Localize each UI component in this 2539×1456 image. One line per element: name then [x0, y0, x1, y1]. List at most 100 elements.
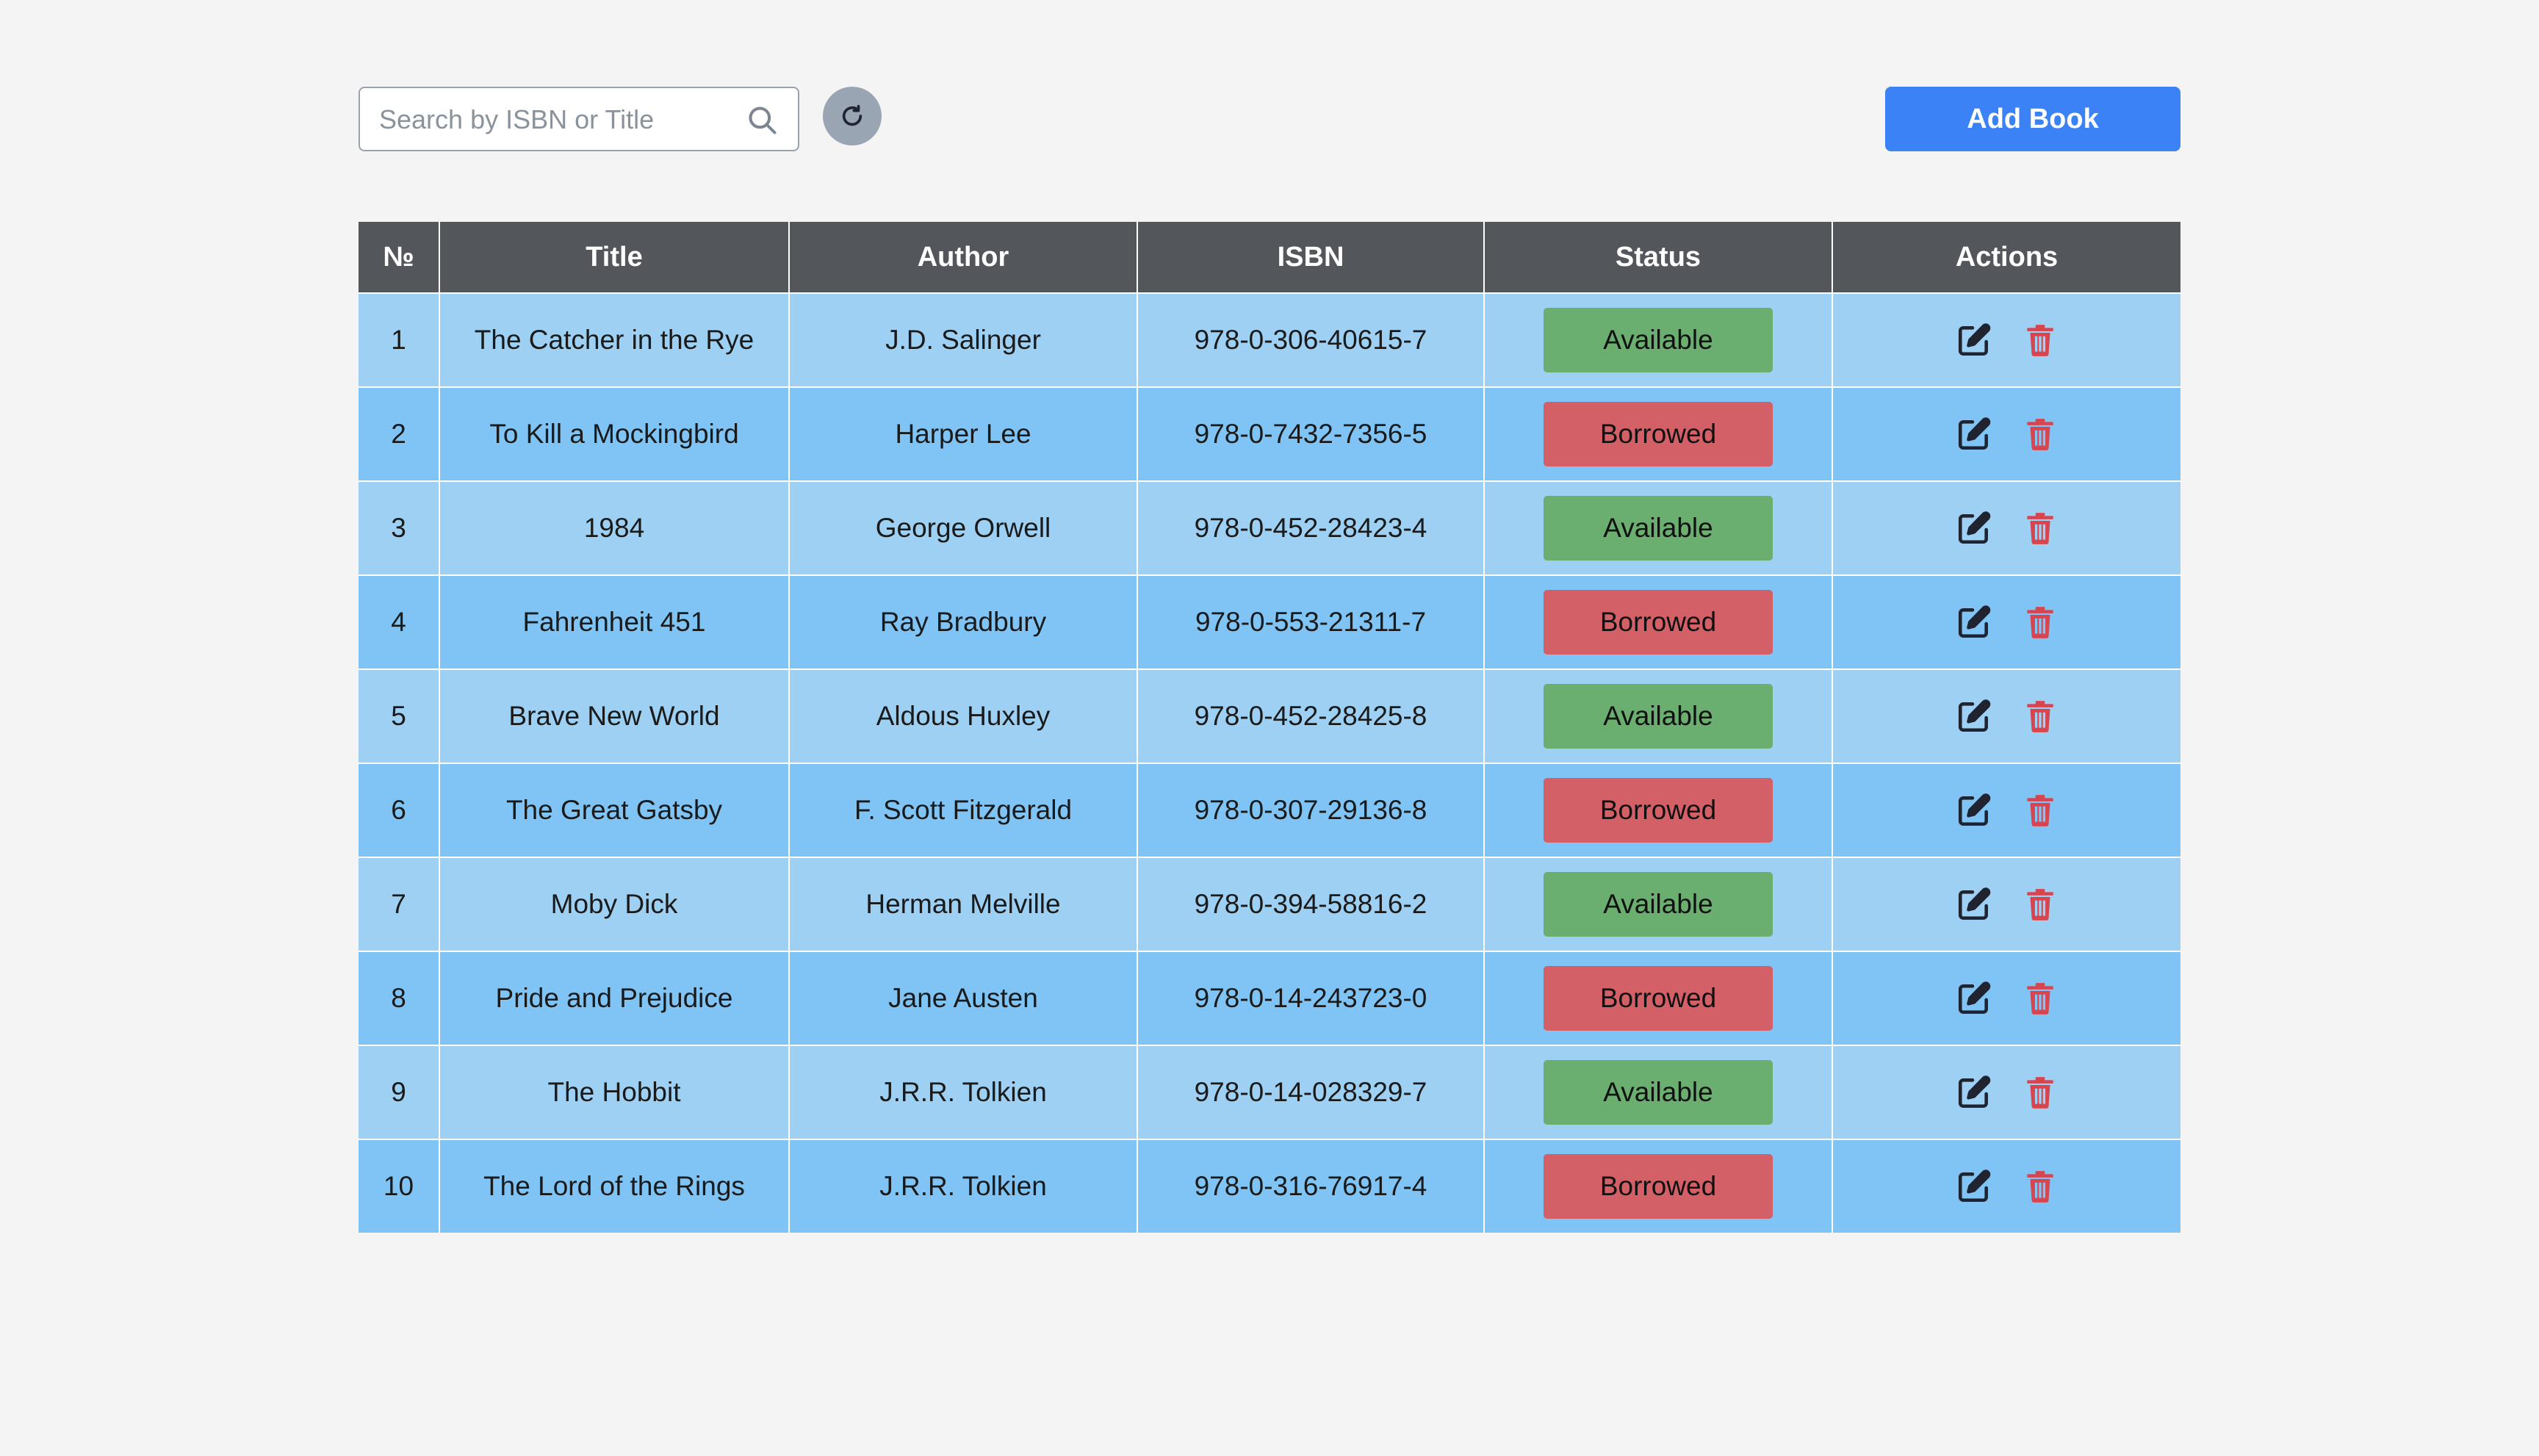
edit-icon[interactable]	[1956, 1168, 1992, 1205]
cell-actions	[1832, 951, 2180, 1045]
trash-icon[interactable]	[2022, 886, 2059, 923]
edit-icon[interactable]	[1956, 886, 1992, 923]
cell-number: 9	[359, 1045, 439, 1139]
trash-icon[interactable]	[2022, 980, 2059, 1017]
cell-isbn: 978-0-14-243723-0	[1137, 951, 1484, 1045]
edit-icon[interactable]	[1956, 792, 1992, 829]
trash-icon[interactable]	[2022, 1168, 2059, 1205]
cell-actions	[1832, 763, 2180, 857]
cell-actions	[1832, 668, 2180, 763]
cell-title: Pride and Prejudice	[439, 951, 789, 1045]
trash-icon[interactable]	[2022, 510, 2059, 547]
cell-actions	[1832, 1045, 2180, 1139]
cell-number: 7	[359, 857, 439, 951]
cell-author: J.R.R. Tolkien	[788, 1045, 1137, 1139]
cell-number: 3	[359, 480, 439, 575]
cell-title: The Hobbit	[439, 1045, 789, 1139]
search-input[interactable]	[378, 98, 733, 141]
edit-icon[interactable]	[1956, 416, 1992, 453]
row-actions	[1833, 698, 2180, 735]
books-table: № Title Author ISBN Status Actions 1 The …	[359, 222, 2180, 1233]
status-badge: Borrowed	[1544, 402, 1773, 466]
table-header-row: № Title Author ISBN Status Actions	[359, 222, 2180, 293]
header-author: Author	[788, 222, 1137, 293]
row-actions	[1833, 886, 2180, 923]
cell-status: Borrowed	[1483, 386, 1832, 481]
edit-icon[interactable]	[1956, 322, 1992, 358]
cell-actions	[1832, 386, 2180, 481]
trash-icon[interactable]	[2022, 416, 2059, 453]
table-body: 1 The Catcher in the Rye J.D. Salinger 978-…	[359, 292, 2180, 1233]
edit-icon[interactable]	[1956, 510, 1992, 547]
cell-number: 10	[359, 1139, 439, 1233]
cell-status: Borrowed	[1483, 1139, 1832, 1233]
cell-title: The Catcher in the Rye	[439, 292, 789, 387]
trash-icon[interactable]	[2022, 322, 2059, 358]
edit-icon[interactable]	[1956, 604, 1992, 641]
header-status: Status	[1483, 222, 1832, 293]
table-row: 5 Brave New World Aldous Huxley 978-0-452-2…	[359, 668, 2180, 763]
header-isbn: ISBN	[1137, 222, 1484, 293]
cell-author: Ray Bradbury	[788, 574, 1137, 669]
table-row: 7 Moby Dick Herman Melville 978-0-394-58816…	[359, 857, 2180, 951]
edit-icon[interactable]	[1956, 980, 1992, 1017]
toolbar: Add Book	[359, 87, 2180, 151]
cell-status: Available	[1483, 480, 1832, 575]
table-row: 2 To Kill a Mockingbird Harper Lee 978-0-74…	[359, 386, 2180, 481]
trash-icon[interactable]	[2022, 1074, 2059, 1111]
header-title: Title	[439, 222, 789, 293]
cell-number: 8	[359, 951, 439, 1045]
cell-title: 1984	[439, 480, 789, 575]
status-badge: Borrowed	[1544, 1154, 1773, 1219]
cell-author: Aldous Huxley	[788, 668, 1137, 763]
cell-number: 4	[359, 574, 439, 669]
table-row: 9 The Hobbit J.R.R. Tolkien 978-0-14-028329…	[359, 1045, 2180, 1139]
cell-isbn: 978-0-7432-7356-5	[1137, 386, 1484, 481]
cell-status: Available	[1483, 857, 1832, 951]
header-actions: Actions	[1832, 222, 2180, 293]
search-box	[359, 87, 799, 151]
cell-status: Available	[1483, 1045, 1832, 1139]
row-actions	[1833, 604, 2180, 641]
trash-icon[interactable]	[2022, 604, 2059, 641]
cell-isbn: 978-0-394-58816-2	[1137, 857, 1484, 951]
cell-actions	[1832, 574, 2180, 669]
status-badge: Borrowed	[1544, 778, 1773, 843]
add-book-button[interactable]: Add Book	[1885, 87, 2180, 151]
cell-isbn: 978-0-316-76917-4	[1137, 1139, 1484, 1233]
cell-status: Available	[1483, 292, 1832, 387]
table-row: 6 The Great Gatsby F. Scott Fitzgerald 978-…	[359, 763, 2180, 857]
cell-title: Fahrenheit 451	[439, 574, 789, 669]
row-actions	[1833, 1074, 2180, 1111]
edit-icon[interactable]	[1956, 1074, 1992, 1111]
status-badge: Borrowed	[1544, 966, 1773, 1031]
row-actions	[1833, 1168, 2180, 1205]
cell-author: F. Scott Fitzgerald	[788, 763, 1137, 857]
cell-isbn: 978-0-452-28425-8	[1137, 668, 1484, 763]
row-actions	[1833, 322, 2180, 358]
table-row: 4 Fahrenheit 451 Ray Bradbury 978-0-553-213…	[359, 574, 2180, 669]
status-badge: Available	[1544, 496, 1773, 561]
cell-number: 2	[359, 386, 439, 481]
cell-author: J.D. Salinger	[788, 292, 1137, 387]
cell-title: The Lord of the Rings	[439, 1139, 789, 1233]
cell-isbn: 978-0-306-40615-7	[1137, 292, 1484, 387]
trash-icon[interactable]	[2022, 792, 2059, 829]
cell-number: 6	[359, 763, 439, 857]
trash-icon[interactable]	[2022, 698, 2059, 735]
row-actions	[1833, 792, 2180, 829]
edit-icon[interactable]	[1956, 698, 1992, 735]
refresh-icon	[842, 104, 862, 126]
row-actions	[1833, 416, 2180, 453]
table-row: 10 The Lord of the Rings J.R.R. Tolkien 978…	[359, 1139, 2180, 1233]
header-number: №	[359, 222, 439, 293]
cell-isbn: 978-0-307-29136-8	[1137, 763, 1484, 857]
cell-number: 5	[359, 668, 439, 763]
refresh-button[interactable]	[823, 87, 882, 145]
status-badge: Available	[1544, 308, 1773, 372]
cell-author: Jane Austen	[788, 951, 1137, 1045]
cell-author: George Orwell	[788, 480, 1137, 575]
cell-number: 1	[359, 292, 439, 387]
cell-status: Borrowed	[1483, 951, 1832, 1045]
search-icon[interactable]	[746, 104, 779, 137]
